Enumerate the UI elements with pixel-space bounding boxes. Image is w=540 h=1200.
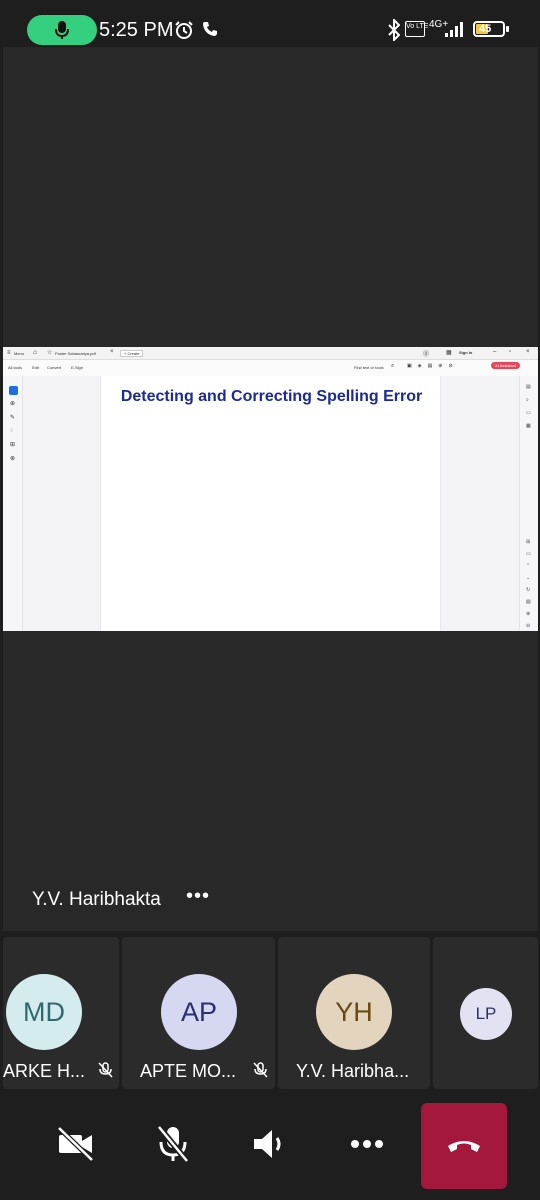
pdf-toolbar: All tools Edit Convert E-Sign Find text … [3,360,538,376]
volte-label: Vo LTE [406,23,429,30]
signal-icon [445,22,463,37]
bluetooth-icon [388,19,400,41]
menu-icon[interactable]: ≡ [7,350,11,356]
status-time: 5:25 PM [99,19,174,41]
right-tool-icons-top[interactable]: ▤ ⌕ ▭ ▦ [526,381,531,433]
ai-assistant-button[interactable]: AI Assistant [491,362,520,369]
mic-off-icon [156,1125,190,1163]
select-tool-icon[interactable] [9,386,18,395]
right-tool-icons-bottom[interactable]: ⊞ ▭ ⌃ ⌄ ↻ ▤ ⊕ ⊖ [526,536,531,632]
battery-tip [506,26,509,32]
pen-tool-icon[interactable]: ✎ [10,414,15,421]
avatar: AP [161,974,237,1050]
video-toggle-button[interactable] [46,1110,106,1178]
more-icon [351,1140,383,1148]
help-icon[interactable]: ⓪ [423,349,429,358]
avatar-initials: MD [23,996,65,1027]
participant-label: ARKE H... [3,1061,85,1082]
document-tab[interactable]: Poster Sahasrariya.pdf [55,351,96,356]
alarm-icon [175,21,193,39]
document-title: Detecting and Correcting Spelling Error [120,388,423,405]
toolbar-edit[interactable]: Edit [32,365,39,370]
pdf-margin-right [441,376,519,631]
avatar-initials: AP [180,996,218,1027]
mic-off-icon [98,1062,113,1078]
lasso-tool-icon[interactable]: ◌ [10,428,14,434]
toolbar-esign[interactable]: E-Sign [71,365,83,370]
participant-name: APTE MO... [140,1061,237,1081]
pdf-margin-left [23,376,100,631]
minimize-icon[interactable]: – [493,349,496,355]
toolbar-convert[interactable]: Convert [47,365,61,370]
stamp-tool-icon[interactable]: ⊗ [10,455,15,462]
video-off-icon [57,1126,94,1162]
sign-in-button[interactable]: Sign in [459,350,472,355]
text-tool-icon[interactable]: ⊞ [10,441,15,448]
shared-screen: ≡ Menu ⌂ ☆ Poster Sahasrariya.pdf × + Cr… [3,347,538,631]
menu-label[interactable]: Menu [14,351,24,356]
volte-badge: Vo LTE [405,21,429,37]
battery-icon: 45 [473,21,505,37]
mic-toggle-button[interactable] [143,1110,203,1178]
active-mic-indicator[interactable] [27,15,97,45]
phone-icon [203,22,217,36]
find-field[interactable]: Find text or tools [354,365,384,370]
avatar: LP [460,988,512,1040]
pdf-left-tools: ⊕ ✎ ◌ ⊞ ⊗ [3,376,23,631]
mic-icon [55,21,69,39]
close-window-icon[interactable]: × [526,349,530,355]
participant-tile[interactable]: LP [433,937,538,1089]
star-icon[interactable]: ☆ [47,349,52,356]
active-speaker-name: Y.V. Haribhakta [32,889,161,910]
avatar-initials: LP [475,1004,497,1023]
toolbar-all-tools[interactable]: All tools [8,365,22,370]
apps-icon[interactable]: ▦ [446,349,452,356]
search-icon[interactable]: ⌕ [391,363,394,370]
pdf-page: Detecting and Correcting Spelling Error [100,376,441,631]
create-tab-button[interactable]: + Create [120,350,144,357]
speaker-button[interactable] [240,1110,300,1178]
toolbar-icons[interactable]: ▣◈▤⊕⊘ [407,363,459,369]
participant-tile[interactable]: MD ARKE H... [3,937,119,1089]
avatar-initials: YH [335,996,373,1027]
participant-label: Y.V. Haribha... [296,1061,409,1082]
pdf-tab-bar: ≡ Menu ⌂ ☆ Poster Sahasrariya.pdf × + Cr… [3,347,538,360]
mic-off-icon [253,1062,268,1078]
home-icon[interactable]: ⌂ [33,349,37,356]
zoom-tool-icon[interactable]: ⊕ [10,400,15,407]
participant-name: ARKE H... [3,1061,86,1081]
avatar: MD [6,974,82,1050]
speaker-more-button[interactable]: ••• [186,885,210,908]
avatar: YH [316,974,392,1050]
close-tab-icon[interactable]: × [110,349,114,355]
participant-tile[interactable]: AP APTE MO... [122,937,275,1089]
hang-up-icon [448,1141,480,1152]
participant-label: APTE MO... [140,1061,236,1082]
maximize-icon[interactable]: ▫ [509,349,511,355]
speaker-icon [254,1130,281,1158]
pdf-right-tools: ▤ ⌕ ▭ ▦ ⊞ ▭ ⌃ ⌄ ↻ ▤ ⊕ ⊖ [519,376,538,631]
participant-name: Y.V. Haribha... [296,1061,410,1081]
more-options-button[interactable] [337,1110,397,1178]
participant-tile[interactable]: YH Y.V. Haribha... [278,937,430,1089]
battery-level: 45 [479,23,492,35]
ai-assistant-label: AI Assistant [495,363,516,368]
hang-up-button[interactable] [421,1103,507,1189]
